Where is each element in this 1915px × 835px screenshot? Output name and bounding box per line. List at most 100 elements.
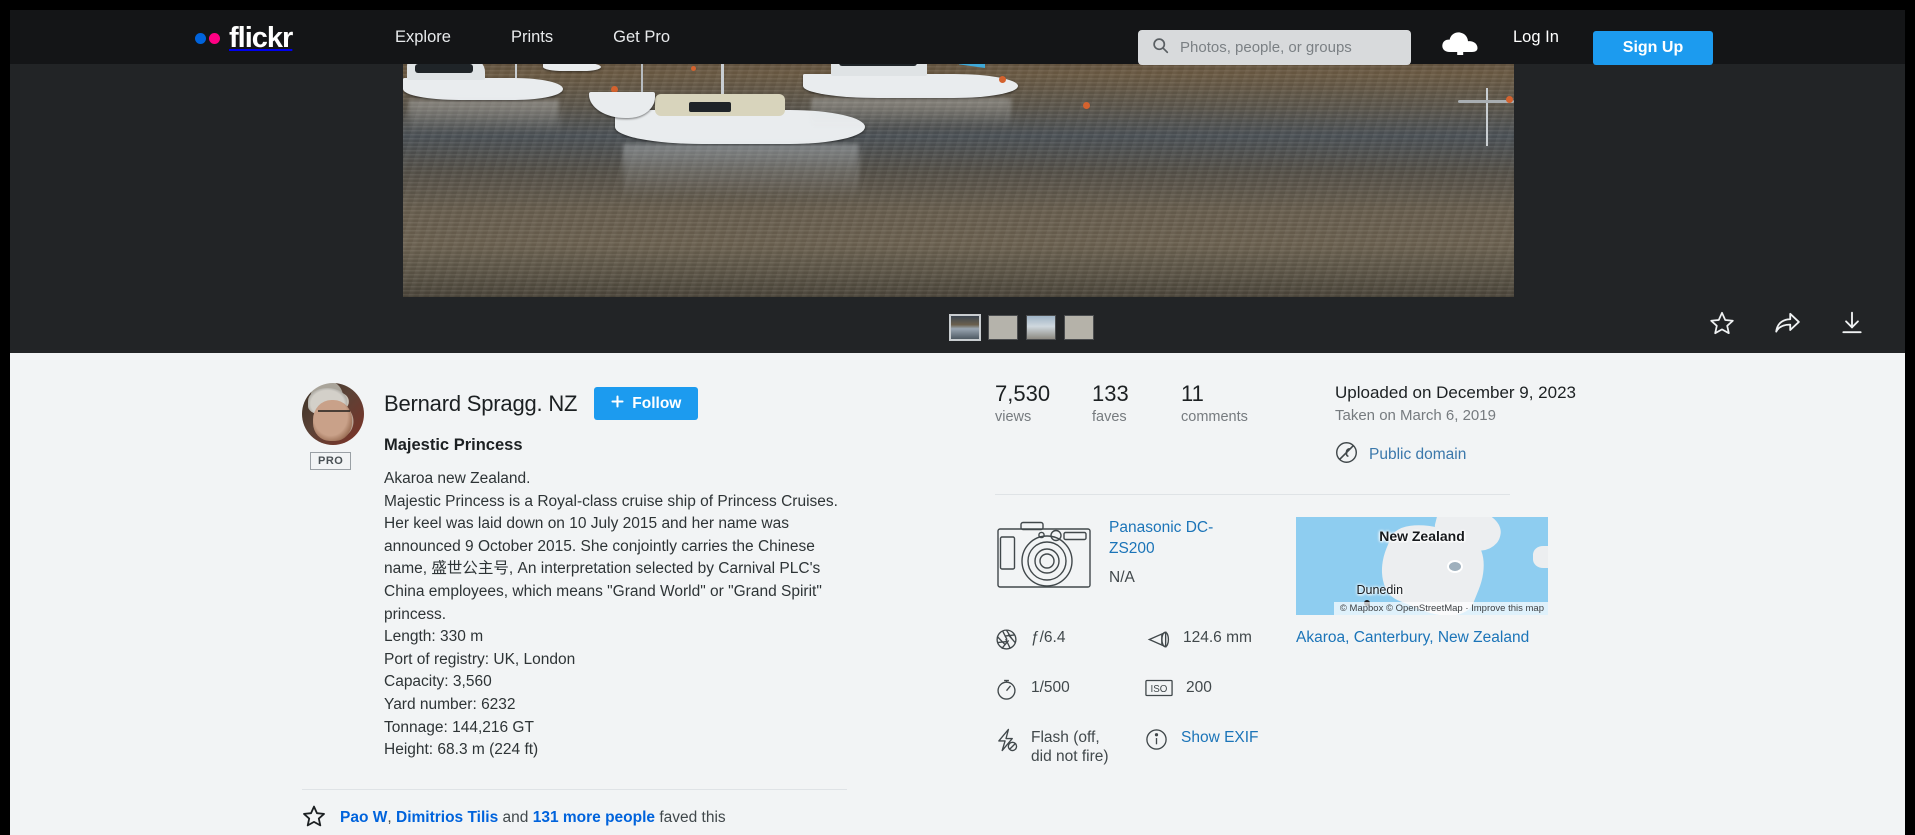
camera-model-link[interactable]: Panasonic DC-ZS200 <box>1109 517 1229 559</box>
author-name-row: Bernard Spragg. NZ Follow <box>384 387 847 420</box>
divider <box>302 789 847 790</box>
avatar-face <box>313 400 351 441</box>
photo-thumbnail-strip[interactable] <box>950 315 1094 340</box>
follow-button[interactable]: Follow <box>594 387 698 420</box>
signup-button[interactable]: Sign Up <box>1593 31 1713 65</box>
aperture-value: ƒ/6.4 <box>1031 628 1065 647</box>
exif-shutter-speed: 1/500 <box>995 678 1145 706</box>
exif-area: Panasonic DC-ZS200 N/A <box>995 517 1635 766</box>
camera-block: Panasonic DC-ZS200 N/A <box>995 517 1295 596</box>
avatar-block: PRO <box>302 383 384 470</box>
views-label: views <box>995 407 1092 427</box>
shutter-speed-icon <box>995 678 1018 706</box>
flickr-logo[interactable]: flickr <box>195 24 292 53</box>
camera-text: Panasonic DC-ZS200 N/A <box>1109 517 1229 587</box>
login-link[interactable]: Log In <box>1513 10 1559 64</box>
nav-get-pro[interactable]: Get Pro <box>583 10 700 64</box>
iso-value: 200 <box>1186 678 1212 697</box>
iso-icon: ISO <box>1145 678 1173 703</box>
photo-stats: 7,530 views 133 faves 11 comments Upload… <box>995 381 1635 469</box>
photo-mooring-pole <box>1458 88 1514 158</box>
stat-views: 7,530 views <box>995 381 1092 427</box>
share-icon[interactable] <box>1773 310 1801 336</box>
info-icon <box>1145 728 1168 756</box>
map-landmass-edge <box>1533 546 1548 568</box>
upload-info: Uploaded on December 9, 2023 Taken on Ma… <box>1335 381 1576 469</box>
faves-suffix: faved this <box>655 809 726 826</box>
map-city-label: Dunedin <box>1356 583 1403 597</box>
page-content: PRO Bernard Spragg. NZ Follow <box>10 353 1905 835</box>
aperture-icon <box>995 628 1018 656</box>
license-row: Public domain <box>1335 441 1576 469</box>
avatar-glasses <box>318 410 350 416</box>
avatar[interactable] <box>302 383 364 445</box>
search-box[interactable] <box>1138 30 1411 65</box>
photo-info-column: PRO Bernard Spragg. NZ Follow <box>302 383 847 833</box>
thumbnail-1[interactable] <box>950 315 980 340</box>
public-domain-icon <box>1335 441 1358 469</box>
exif-aperture: ƒ/6.4 <box>995 628 1145 656</box>
faved-by-text: Pao W, Dimitrios Tilis and 131 more peop… <box>340 809 726 827</box>
focal-length-value: 124.6 mm <box>1183 628 1252 647</box>
logo-dot-pink <box>209 33 220 44</box>
plus-icon <box>611 395 624 413</box>
flickr-photo-page: flickr Explore Prints Get Pro <box>10 10 1905 835</box>
thumbnail-3[interactable] <box>1026 315 1056 340</box>
exif-focal-length: 124.6 mm <box>1145 628 1305 656</box>
exif-iso: ISO 200 <box>1145 678 1305 706</box>
site-header: flickr Explore Prints Get Pro <box>10 10 1905 64</box>
faves-and: and <box>498 809 532 826</box>
show-exif-link[interactable]: Show EXIF <box>1181 728 1259 747</box>
map-country-label: New Zealand <box>1379 528 1465 544</box>
exif-flash: Flash (off, did not fire) <box>995 728 1145 766</box>
photo-description: Akaroa new Zealand. Majestic Princess is… <box>384 468 847 762</box>
search-input[interactable] <box>1180 39 1390 56</box>
more-favers-link[interactable]: 131 more people <box>533 809 655 826</box>
faver-link-1[interactable]: Pao W <box>340 809 387 826</box>
author-row: PRO Bernard Spragg. NZ Follow <box>302 383 847 762</box>
photo-meta-column: 7,530 views 133 faves 11 comments Upload… <box>995 381 1635 766</box>
faver-link-2[interactable]: Dimitrios Tilis <box>396 809 498 826</box>
stat-faves: 133 faves <box>1092 381 1181 427</box>
thumbnail-4[interactable] <box>1064 315 1094 340</box>
map-attribution[interactable]: © Mapbox © OpenStreetMap · Improve this … <box>1334 602 1548 615</box>
download-icon[interactable] <box>1839 310 1865 336</box>
author-name[interactable]: Bernard Spragg. NZ <box>384 391 577 417</box>
photo-action-bar <box>1709 310 1865 336</box>
follow-label: Follow <box>632 395 681 413</box>
photo-buoy <box>1083 102 1090 109</box>
meta-divider <box>995 494 1510 495</box>
logo-dot-blue <box>195 33 206 44</box>
upload-icon[interactable] <box>1440 30 1480 63</box>
exif-show[interactable]: Show EXIF <box>1145 728 1305 766</box>
photo-boat-small-white <box>589 78 661 120</box>
location-map[interactable]: New Zealand Dunedin © Mapbox © OpenStree… <box>1296 517 1548 615</box>
lens-value: N/A <box>1109 569 1229 587</box>
main-nav: Explore Prints Get Pro <box>365 10 700 64</box>
author-main: Bernard Spragg. NZ Follow Majestic P <box>384 383 847 762</box>
location-link[interactable]: Akaroa, Canterbury, New Zealand <box>1296 629 1554 647</box>
thumbnail-2[interactable] <box>988 315 1018 340</box>
photo-buoy <box>691 66 696 71</box>
nav-explore[interactable]: Explore <box>365 10 481 64</box>
map-block: New Zealand Dunedin © Mapbox © OpenStree… <box>1296 517 1554 766</box>
license-link[interactable]: Public domain <box>1369 446 1466 464</box>
star-outline-icon <box>302 804 326 833</box>
fave-star-icon[interactable] <box>1709 310 1735 336</box>
focal-length-icon <box>1145 628 1170 656</box>
flash-icon <box>995 728 1018 757</box>
flash-value: Flash (off, did not fire) <box>1031 728 1109 766</box>
exif-grid: ƒ/6.4 124.6 mm <box>995 628 1295 766</box>
flickr-wordmark: flickr <box>229 24 292 53</box>
stat-comments: 11 comments <box>1181 381 1335 427</box>
search-icon <box>1152 37 1169 59</box>
uploaded-date: Uploaded on December 9, 2023 <box>1335 381 1576 405</box>
faved-by-row: Pao W, Dimitrios Tilis and 131 more peop… <box>302 804 847 833</box>
faves-sep: , <box>387 809 396 826</box>
nav-prints[interactable]: Prints <box>481 10 583 64</box>
camera-icon <box>995 517 1093 596</box>
faves-label: faves <box>1092 407 1181 427</box>
comments-count: 11 <box>1181 381 1335 407</box>
faves-count: 133 <box>1092 381 1181 407</box>
taken-date: Taken on March 6, 2019 <box>1335 405 1576 427</box>
